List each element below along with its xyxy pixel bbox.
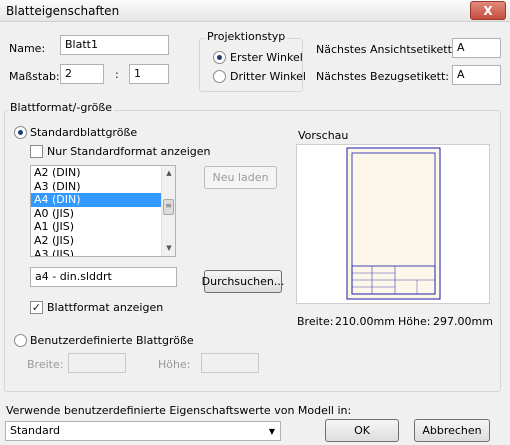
sheet-properties-dialog: Blatteigenschaften X Name: Blatt1 Maßsta… [0, 0, 510, 445]
custom-size-radio[interactable] [14, 334, 27, 347]
sheet-size-items: A2 (DIN) A3 (DIN) A4 (DIN) A0 (JIS) A1 (JIS)… [31, 166, 175, 256]
title-bar: Blatteigenschaften X [0, 0, 510, 22]
sheet-size-item[interactable]: A1 (JIS) [31, 220, 175, 234]
chevron-down-icon[interactable]: ▼ [269, 427, 275, 436]
only-standard-label[interactable]: Nur Standardformat anzeigen [47, 145, 211, 158]
custom-props-combo[interactable]: Standard ▼ [5, 421, 281, 441]
projection-legend: Projektionstyp [205, 30, 288, 43]
custom-size-label[interactable]: Benutzerdefinierte Blattgröße [30, 334, 194, 347]
next-view-label: Nächstes Ansichtsetikett: [316, 43, 456, 56]
name-label: Name: [9, 42, 46, 55]
next-view-input[interactable]: A [452, 38, 501, 58]
browse-button[interactable]: Durchsuchen... [202, 270, 284, 293]
checkmark-icon: ✓ [31, 301, 42, 314]
custom-height-label: Höhe: [158, 358, 191, 371]
name-input[interactable]: Blatt1 [60, 35, 169, 55]
sheet-size-item[interactable]: A2 (JIS) [31, 234, 175, 248]
list-scrollbar[interactable]: ▲ ≡ ▼ [161, 166, 175, 256]
third-angle-radio[interactable] [213, 70, 226, 83]
scroll-down-icon[interactable]: ▼ [162, 242, 175, 255]
next-datum-label: Nächstes Bezugsetikett: [316, 70, 450, 83]
close-button[interactable]: X [470, 1, 506, 20]
preview-panel [296, 144, 490, 304]
scale-numerator-input[interactable]: 2 [60, 64, 104, 84]
custom-height-input[interactable] [201, 353, 259, 373]
custom-width-label: Breite: [27, 358, 64, 371]
scroll-thumb[interactable]: ≡ [163, 199, 174, 215]
sheet-preview-drawing [346, 147, 441, 300]
preview-width-value: 210.00mm [335, 315, 395, 328]
sheet-size-item[interactable]: A0 (JIS) [31, 207, 175, 221]
standard-size-label[interactable]: Standardblattgröße [30, 126, 137, 139]
custom-props-label: Verwende benutzerdefinierte Eigenschafts… [6, 404, 352, 417]
only-standard-checkbox[interactable] [30, 145, 43, 158]
sheet-size-list[interactable]: A2 (DIN) A3 (DIN) A4 (DIN) A0 (JIS) A1 (JIS)… [30, 165, 176, 257]
projection-group [199, 38, 303, 92]
custom-props-value: Standard [10, 424, 61, 437]
sheet-size-item[interactable]: A4 (DIN) [31, 193, 175, 207]
sheet-size-item[interactable]: A3 (JIS) [31, 248, 175, 256]
show-format-label[interactable]: Blattformat anzeigen [47, 301, 163, 314]
first-angle-label[interactable]: Erster Winkel [230, 51, 303, 64]
scale-separator: : [115, 68, 119, 81]
format-file-input[interactable]: a4 - din.slddrt [30, 267, 177, 287]
scale-denominator-input[interactable]: 1 [129, 64, 169, 84]
preview-height-value: 297.00mm [433, 315, 493, 328]
ok-button[interactable]: OK [325, 419, 399, 442]
cancel-button[interactable]: Abbrechen [414, 419, 490, 442]
reload-button[interactable]: Neu laden [204, 166, 277, 189]
sheet-size-item[interactable]: A2 (DIN) [31, 166, 175, 180]
third-angle-label[interactable]: Dritter Winkel [230, 70, 306, 83]
close-icon: X [483, 3, 493, 18]
show-format-checkbox[interactable]: ✓ [30, 301, 43, 314]
window-title: Blatteigenschaften [6, 4, 120, 18]
sheet-size-item[interactable]: A3 (DIN) [31, 180, 175, 194]
scale-label: Maßstab: [9, 70, 60, 83]
scroll-up-icon[interactable]: ▲ [162, 167, 175, 180]
next-datum-input[interactable]: A [452, 65, 501, 85]
custom-width-input[interactable] [68, 353, 126, 373]
standard-size-radio[interactable] [14, 126, 27, 139]
preview-legend: Vorschau [298, 129, 349, 142]
preview-height-label: Höhe: [398, 315, 431, 328]
sheet-format-legend: Blattformat/-größe [8, 101, 115, 114]
first-angle-radio[interactable] [213, 51, 226, 64]
preview-width-label: Breite: [297, 315, 334, 328]
